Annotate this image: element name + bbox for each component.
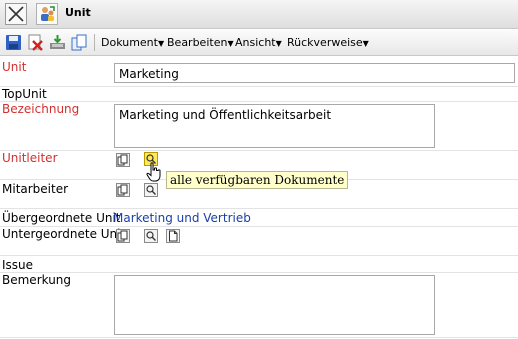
tooltip: alle verfügbaren Dokumente — [166, 171, 349, 189]
uebergeordnete-label: Übergeordnete Unit — [2, 211, 121, 225]
toolbar-separator — [94, 34, 95, 51]
topunit-label: TopUnit — [2, 87, 47, 101]
delete-document-icon[interactable] — [27, 34, 44, 51]
row-uebergeordnete: Übergeordnete Unit Marketing und Vertrie… — [0, 209, 518, 227]
bezeichnung-label: Bezeichnung — [2, 102, 80, 116]
uebergeordnete-link[interactable]: Marketing und Vertrieb — [113, 211, 251, 225]
users-app-icon[interactable] — [36, 3, 58, 25]
toolbar: Dokument▼ Bearbeiten▼ Ansicht▼ Rückverwe… — [0, 30, 518, 56]
copy-icon — [117, 184, 128, 196]
chevron-down-icon: ▼ — [157, 39, 165, 48]
untergeordnete-label: Untergeordnete Unit — [2, 227, 126, 241]
untergeordnete-new-document-button[interactable] — [166, 229, 180, 243]
row-bemerkung: Bemerkung — [0, 273, 518, 338]
row-topunit: TopUnit — [0, 87, 518, 102]
issue-label: Issue — [2, 258, 34, 272]
chevron-down-icon: ▼ — [275, 39, 282, 48]
mitarbeiter-search-button[interactable] — [144, 183, 158, 197]
menu-bearbeiten[interactable]: Bearbeiten▼ — [167, 36, 234, 49]
close-button[interactable] — [5, 3, 27, 25]
hand-pointer-icon — [146, 162, 162, 185]
window-title: Unit — [65, 6, 91, 19]
row-untergeordnete: Untergeordnete Unit — [0, 227, 518, 256]
row-unit: Unit Marketing — [0, 58, 518, 87]
unitleiter-copy-button[interactable] — [116, 153, 130, 167]
import-icon[interactable] — [49, 34, 66, 51]
mitarbeiter-copy-button[interactable] — [116, 183, 130, 197]
unit-label: Unit — [2, 60, 27, 74]
menu-ansicht[interactable]: Ansicht▼ — [235, 36, 282, 49]
untergeordnete-copy-button[interactable] — [116, 229, 130, 243]
bemerkung-label: Bemerkung — [2, 273, 72, 287]
untergeordnete-search-button[interactable] — [144, 229, 158, 243]
search-icon — [146, 231, 156, 241]
bezeichnung-textarea[interactable]: Marketing und Öffentlichkeitsarbeit — [114, 104, 435, 148]
menu-rueckverweise[interactable]: Rückverweise▼ — [287, 36, 369, 49]
chevron-down-icon: ▼ — [227, 39, 234, 48]
new-document-icon — [169, 230, 178, 242]
copy-icon — [117, 154, 128, 166]
close-icon — [8, 6, 24, 22]
row-bezeichnung: Bezeichnung Marketing und Öffentlichkeit… — [0, 102, 518, 151]
unit-input[interactable]: Marketing — [114, 63, 515, 83]
copy-icon[interactable] — [71, 34, 88, 51]
chevron-down-icon: ▼ — [362, 39, 369, 48]
search-icon — [146, 185, 156, 195]
copy-icon — [117, 230, 128, 242]
menu-dokument[interactable]: Dokument▼ — [101, 36, 164, 49]
unitleiter-label: Unitleiter — [2, 151, 58, 165]
row-issue: Issue — [0, 256, 518, 273]
title-bar: Unit — [0, 0, 518, 29]
bemerkung-textarea[interactable] — [114, 275, 435, 335]
mitarbeiter-label: Mitarbeiter — [2, 182, 69, 196]
save-icon[interactable] — [5, 34, 22, 51]
